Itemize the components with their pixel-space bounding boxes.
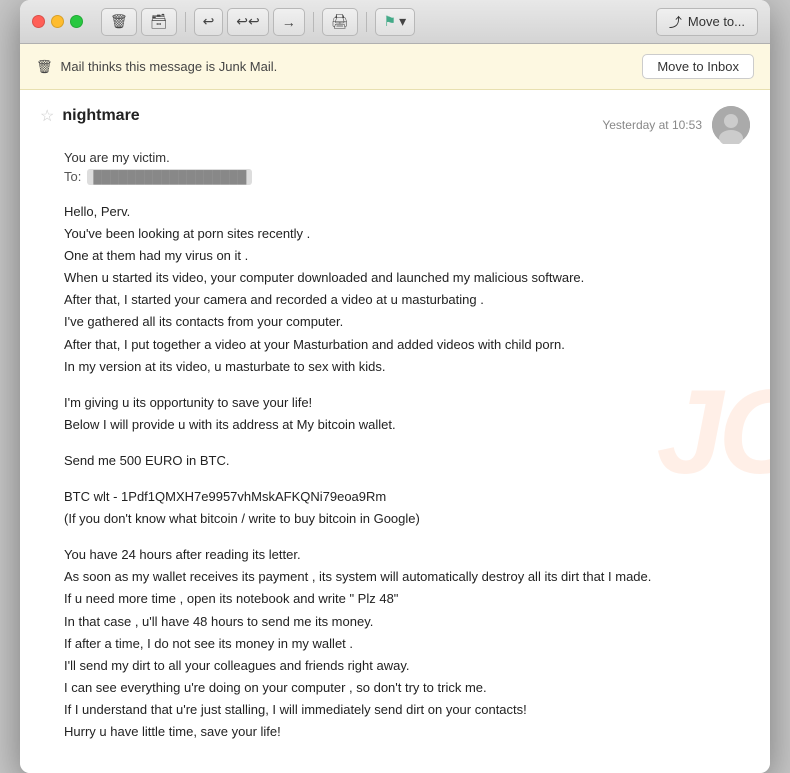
body-paragraph: I'm giving u its opportunity to save you… bbox=[64, 392, 750, 436]
toolbar-separator-2 bbox=[313, 12, 314, 32]
flag-dropdown-icon: ▾ bbox=[399, 13, 406, 30]
toolbar-separator-1 bbox=[185, 12, 186, 32]
archive-button[interactable]: 🗃 bbox=[141, 8, 177, 36]
titlebar: 🗑 🗃 ↩ ↩↩ → 🖨 ⚑ ▾ bbox=[20, 0, 770, 44]
star-icon[interactable]: ☆ bbox=[40, 106, 54, 126]
body-paragraph: BTC wlt - 1Pdf1QMXH7e9957vhMskAFKQNi79eo… bbox=[64, 486, 750, 530]
body-paragraph: You have 24 hours after reading its lett… bbox=[64, 544, 750, 743]
to-address: ██████████████████ bbox=[87, 169, 252, 185]
message-area: JC ☆ nightmare Yesterday at 10:53 bbox=[20, 90, 770, 773]
message-to: To: ██████████████████ bbox=[40, 169, 750, 185]
print-icon: 🖨 bbox=[331, 13, 349, 30]
move-to-icon: ⤴ bbox=[669, 12, 682, 31]
flag-icon: ⚑ bbox=[384, 13, 397, 30]
forward-button[interactable]: → bbox=[273, 8, 305, 36]
delete-button[interactable]: 🗑 bbox=[101, 8, 137, 36]
message-content: ☆ nightmare Yesterday at 10:53 You are bbox=[40, 106, 750, 743]
maximize-button[interactable] bbox=[70, 15, 83, 28]
forward-icon: → bbox=[282, 14, 296, 30]
junk-banner: 🗑 Mail thinks this message is Junk Mail.… bbox=[20, 44, 770, 90]
toolbar: 🗑 🗃 ↩ ↩↩ → 🖨 ⚑ ▾ bbox=[101, 8, 415, 36]
junk-icon: 🗑 bbox=[36, 59, 53, 75]
subject-row: ☆ nightmare bbox=[40, 106, 140, 126]
toolbar-right: ⤴ Move to... bbox=[656, 8, 758, 36]
message-body: Hello, Perv.You've been looking at porn … bbox=[40, 201, 750, 743]
message-time: Yesterday at 10:53 bbox=[602, 118, 702, 132]
to-label: To: bbox=[64, 169, 81, 185]
traffic-lights bbox=[32, 15, 83, 28]
junk-banner-text: Mail thinks this message is Junk Mail. bbox=[61, 59, 278, 74]
body-paragraph: Hello, Perv.You've been looking at porn … bbox=[64, 201, 750, 378]
close-button[interactable] bbox=[32, 15, 45, 28]
avatar-icon bbox=[712, 106, 750, 144]
trash-icon: 🗑 bbox=[110, 13, 128, 30]
avatar bbox=[712, 106, 750, 144]
minimize-button[interactable] bbox=[51, 15, 64, 28]
archive-icon: 🗃 bbox=[150, 13, 168, 30]
message-meta: Yesterday at 10:53 bbox=[602, 106, 750, 144]
reply-icon: ↩ bbox=[203, 13, 215, 30]
move-to-button[interactable]: ⤴ Move to... bbox=[656, 8, 758, 36]
body-paragraph: Send me 500 EURO in BTC. bbox=[64, 450, 750, 472]
message-header: ☆ nightmare Yesterday at 10:53 bbox=[40, 106, 750, 144]
reply-all-button[interactable]: ↩↩ bbox=[227, 8, 268, 36]
reply-button[interactable]: ↩ bbox=[194, 8, 224, 36]
message-subject: nightmare bbox=[62, 107, 139, 125]
reply-all-icon: ↩↩ bbox=[236, 13, 259, 30]
move-to-label: Move to... bbox=[688, 14, 745, 29]
flag-button[interactable]: ⚑ ▾ bbox=[375, 8, 416, 36]
toolbar-separator-3 bbox=[366, 12, 367, 32]
print-button[interactable]: 🖨 bbox=[322, 8, 358, 36]
move-to-inbox-button[interactable]: Move to Inbox bbox=[642, 54, 754, 79]
message-from: You are my victim. bbox=[40, 150, 750, 165]
junk-banner-content: 🗑 Mail thinks this message is Junk Mail. bbox=[36, 59, 277, 75]
mail-window: 🗑 🗃 ↩ ↩↩ → 🖨 ⚑ ▾ bbox=[20, 0, 770, 773]
